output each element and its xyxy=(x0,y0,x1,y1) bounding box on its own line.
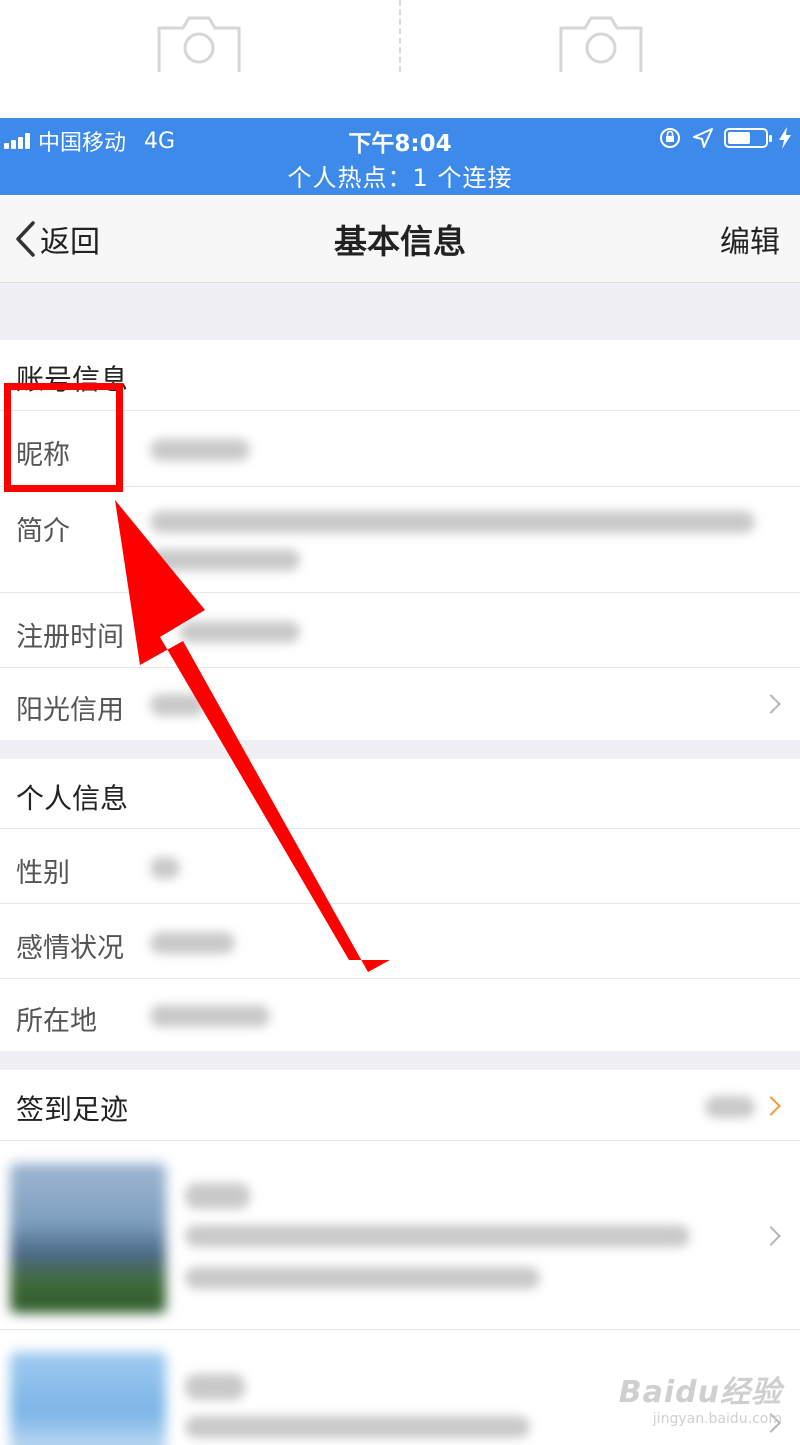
personal-section: 个人信息 性别 感情状况 所在地 xyxy=(0,759,800,1051)
section-gap xyxy=(0,283,800,340)
lock-rotation-icon xyxy=(660,128,680,148)
checkin-count xyxy=(705,1096,755,1118)
gender-row: 性别 xyxy=(0,829,800,904)
camera-icon[interactable] xyxy=(157,14,241,72)
row-label: 注册时间 xyxy=(16,622,124,653)
checkin-thumbnail xyxy=(10,1163,166,1313)
intro-value xyxy=(150,511,755,533)
status-bar: 中国移动 4G 下午8:04 个人热点：1 个连接 xyxy=(0,118,800,195)
nickname-value xyxy=(150,439,250,461)
checkin-text xyxy=(185,1225,690,1247)
section-gap xyxy=(0,1051,800,1070)
intro-value-line2 xyxy=(150,549,300,571)
checkin-date xyxy=(185,1267,540,1289)
row-label: 阳光信用 xyxy=(16,695,124,726)
section-title: 签到足迹 xyxy=(16,1093,129,1126)
register-time-row: 注册时间 xyxy=(0,593,800,668)
sunshine-credit-row[interactable]: 阳光信用 xyxy=(0,668,800,740)
watermark-logo: Baidu经验 xyxy=(618,1375,782,1410)
gender-value xyxy=(150,857,180,879)
checkin-item[interactable] xyxy=(0,1141,800,1330)
charging-icon xyxy=(779,127,791,149)
camera-icon[interactable] xyxy=(559,14,643,72)
row-label: 所在地 xyxy=(16,1006,97,1037)
section-gap xyxy=(0,740,800,759)
personal-section-header: 个人信息 xyxy=(0,759,800,829)
location-value xyxy=(150,1005,270,1027)
row-label: 性别 xyxy=(16,858,70,889)
location-row: 所在地 xyxy=(0,979,800,1051)
intro-row[interactable]: 简介 xyxy=(0,487,800,593)
chevron-right-icon xyxy=(761,1226,781,1246)
photo-divider xyxy=(399,0,401,72)
watermark-url: jingyan.baidu.com xyxy=(652,1411,782,1427)
section-title: 个人信息 xyxy=(16,782,129,815)
row-label: 感情状况 xyxy=(16,933,124,964)
photo-upload-strip xyxy=(0,0,800,118)
credit-value xyxy=(150,694,205,716)
register-time-value xyxy=(180,621,300,643)
location-icon xyxy=(693,128,713,148)
nav-bar: 返回 基本信息 编辑 xyxy=(0,195,800,283)
row-label: 简介 xyxy=(16,516,70,547)
chevron-right-icon xyxy=(761,1096,781,1116)
chevron-right-icon xyxy=(761,694,781,714)
checkin-text xyxy=(185,1416,530,1438)
checkin-place xyxy=(185,1183,250,1209)
checkin-thumbnail xyxy=(10,1352,166,1445)
hotspot-banner[interactable]: 个人热点：1 个连接 xyxy=(0,158,800,193)
watermark: Baidu经验 jingyan.baidu.com xyxy=(619,1367,782,1427)
checkin-header-row[interactable]: 签到足迹 xyxy=(0,1070,800,1141)
battery-icon xyxy=(724,128,772,148)
page-title: 基本信息 xyxy=(334,222,466,261)
edit-button[interactable]: 编辑 xyxy=(720,217,780,261)
relationship-row: 感情状况 xyxy=(0,904,800,979)
checkin-place xyxy=(185,1374,245,1400)
highlight-box xyxy=(4,383,123,492)
status-icons xyxy=(658,126,792,150)
relationship-value xyxy=(150,932,235,954)
